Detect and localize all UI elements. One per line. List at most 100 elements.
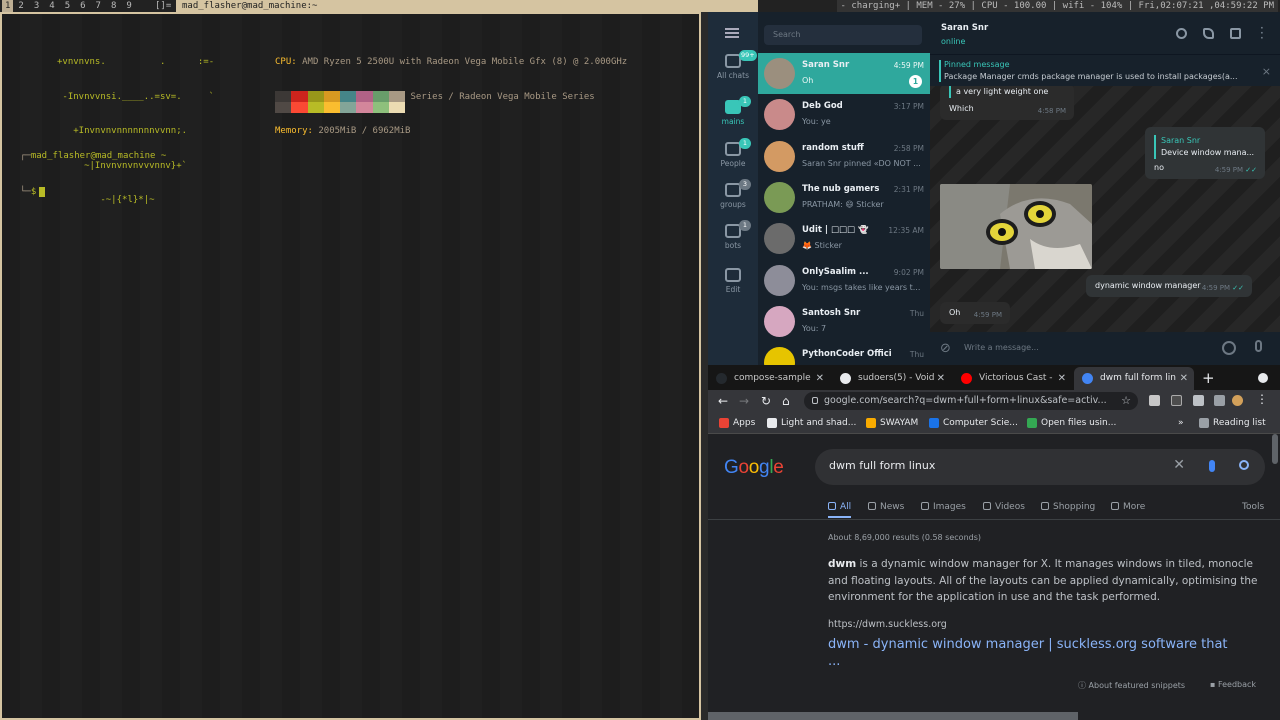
search-input[interactable]: Search <box>764 25 922 45</box>
workspace-tag[interactable]: 4 <box>44 0 59 12</box>
bookmark-item[interactable]: Apps <box>718 412 755 434</box>
menu-icon[interactable] <box>725 28 739 38</box>
chat-item[interactable]: Udit | □□□ 👻 12:35 AM 🦊 Sticker <box>758 218 930 259</box>
workspace-tag[interactable]: 5 <box>60 0 75 12</box>
microphone-icon[interactable] <box>1255 340 1262 352</box>
extension-icon[interactable] <box>1149 395 1160 406</box>
search-icon[interactable] <box>1176 28 1187 39</box>
search-tab-shopping[interactable]: Shopping <box>1041 502 1095 512</box>
emoji-icon[interactable] <box>1222 341 1236 355</box>
sticker-image[interactable] <box>940 184 1092 269</box>
bookmarks-more-icon[interactable]: » <box>1178 412 1184 434</box>
google-logo[interactable]: Google <box>724 457 784 479</box>
message-bubble[interactable]: a very light weight one Which 4:58 PM <box>940 84 1074 120</box>
workspace-tag[interactable]: 9 <box>121 0 136 12</box>
media-control-icon[interactable] <box>1214 395 1225 406</box>
browser-tab[interactable]: dwm full form lin ✕ <box>1074 367 1194 390</box>
search-tab-videos[interactable]: Videos <box>983 502 1025 512</box>
search-tab-images[interactable]: Images <box>921 502 966 512</box>
pinned-message[interactable]: Pinned message Package Manager cmds pack… <box>930 54 1280 86</box>
folder-bots[interactable]: 1 bots <box>708 220 758 250</box>
folder-all-chats[interactable]: 99+ All chats <box>708 50 758 80</box>
browser-tab[interactable]: sudoers(5) - Void ✕ <box>832 367 951 390</box>
search-box[interactable]: dwm full form linux ✕ <box>815 449 1265 485</box>
close-tab-icon[interactable]: ✕ <box>1180 367 1188 390</box>
vertical-scrollbar[interactable] <box>1272 434 1278 464</box>
folder-mains[interactable]: 1 mains <box>708 96 758 126</box>
workspace-tag[interactable]: 6 <box>75 0 90 12</box>
chat-item[interactable]: PythonCoder Official Thu <box>758 342 930 365</box>
folder-edit[interactable]: Edit <box>708 268 758 294</box>
chat-item[interactable]: Santosh Snr Thu You: 7 <box>758 301 930 342</box>
workspace-tag[interactable]: 3 <box>29 0 44 12</box>
forward-icon[interactable]: → <box>739 394 749 408</box>
message-bubble[interactable]: dynamic window manager 4:59 PM ✓✓ <box>1086 275 1252 297</box>
menu-icon[interactable]: ⋮ <box>1256 392 1268 406</box>
browser-tab[interactable]: Victorious Cast - ✕ <box>953 367 1072 390</box>
workspace-tag[interactable]: 7 <box>91 0 106 12</box>
workspace-tag[interactable]: 8 <box>106 0 121 12</box>
message-composer[interactable]: ⊘ Write a message... <box>930 332 1280 365</box>
profile-avatar[interactable] <box>1232 395 1243 406</box>
new-tab-button[interactable]: + <box>1202 367 1215 390</box>
search-icon[interactable] <box>1239 460 1249 470</box>
folder-people[interactable]: 1 People <box>708 138 758 168</box>
chat-header[interactable]: Saran Snr online · · · <box>930 12 1280 54</box>
bookmark-item[interactable]: Open files usin... <box>1026 412 1116 434</box>
chat-item[interactable]: random stuff 2:58 PM Saran Snr pinned «DO … <box>758 136 930 177</box>
message-input[interactable]: Write a message... <box>964 343 1039 352</box>
close-tab-icon[interactable]: ✕ <box>1058 367 1066 390</box>
images-icon <box>921 502 929 510</box>
message-bubble[interactable]: Oh 4:59 PM <box>940 302 1010 324</box>
close-tab-icon[interactable]: ✕ <box>816 367 824 390</box>
horizontal-scrollbar[interactable] <box>708 712 1078 720</box>
extension-icon[interactable] <box>1171 395 1182 406</box>
search-tab-label: All <box>840 502 852 512</box>
attach-icon[interactable]: ⊘ <box>940 341 951 356</box>
chat-name: Udit | □□□ 👻 <box>802 225 869 236</box>
folder-groups[interactable]: 3 groups <box>708 179 758 209</box>
search-tab-more[interactable]: More <box>1111 502 1145 512</box>
voice-search-icon[interactable] <box>1209 460 1215 472</box>
browser-tab[interactable]: compose-sample ✕ <box>708 367 830 390</box>
cpu-info: CPU: AMD Ryzen 5 2500U with Radeon Vega … <box>275 57 627 69</box>
bookmark-star-icon[interactable]: ☆ <box>1121 392 1131 410</box>
more-options-icon[interactable]: · · · <box>1260 22 1264 44</box>
bookmark-item[interactable]: SWAYAM <box>865 412 918 434</box>
bookmark-item[interactable]: Computer Scie... <box>928 412 1018 434</box>
search-tab-news[interactable]: News <box>868 502 904 512</box>
chat-title: Saran Snr <box>941 23 989 33</box>
message-bubble[interactable]: Saran Snr Device window mana... no 4:59 … <box>1145 127 1265 179</box>
puzzle-icon[interactable] <box>1193 395 1204 406</box>
tab-search-icon[interactable] <box>1258 373 1268 383</box>
workspace-tag[interactable]: 1 <box>2 0 14 12</box>
search-tab-label: More <box>1123 502 1146 512</box>
reload-icon[interactable]: ↻ <box>761 394 771 408</box>
search-query[interactable]: dwm full form linux <box>829 459 935 472</box>
chat-item[interactable]: Saran Snr 4:59 PM Oh 1 <box>758 53 930 94</box>
search-tab-all[interactable]: All <box>828 502 852 518</box>
about-snippets-link[interactable]: ⓘ About featured snippets <box>1078 680 1185 691</box>
address-bar[interactable]: google.com/search?q=dwm+full+form+linux&… <box>804 392 1138 410</box>
close-tab-icon[interactable]: ✕ <box>937 367 945 390</box>
chat-item[interactable]: Deb God 3:17 PM You: ye <box>758 94 930 135</box>
bookmark-item[interactable]: Light and shad... <box>766 412 856 434</box>
terminal-window[interactable]: +vnvnvns. . :=- -Invnvvnsi.____..=sv=. `… <box>0 12 701 720</box>
info-key: CPU: <box>275 57 297 67</box>
workspace-tag[interactable]: 2 <box>13 0 28 12</box>
feedback-link[interactable]: ▪ Feedback <box>1210 680 1256 689</box>
back-icon[interactable]: ← <box>718 394 728 408</box>
unpin-icon[interactable]: ⨯ <box>1262 65 1271 78</box>
shell-prompt[interactable]: ┌─mad_flasher@mad_machine ~ └─$ <box>20 126 166 222</box>
result-link[interactable]: dwm - dynamic window manager | suckless.… <box>828 636 1228 670</box>
phone-icon[interactable] <box>1203 28 1214 39</box>
tools-button[interactable]: Tools <box>1242 502 1264 512</box>
palette-swatch <box>323 102 340 113</box>
sidebar-toggle-icon[interactable] <box>1230 28 1241 39</box>
chat-item[interactable]: The nub gamers 2:31 PM PRATHAM: 😄 Sticker <box>758 177 930 218</box>
layout-symbol[interactable]: []= <box>155 0 171 12</box>
chat-item[interactable]: OnlySaalim ... 9:02 PM You: msgs takes lik… <box>758 260 930 301</box>
clear-icon[interactable]: ✕ <box>1173 457 1185 473</box>
home-icon[interactable]: ⌂ <box>782 394 790 408</box>
reading-list-button[interactable]: Reading list <box>1198 412 1266 434</box>
